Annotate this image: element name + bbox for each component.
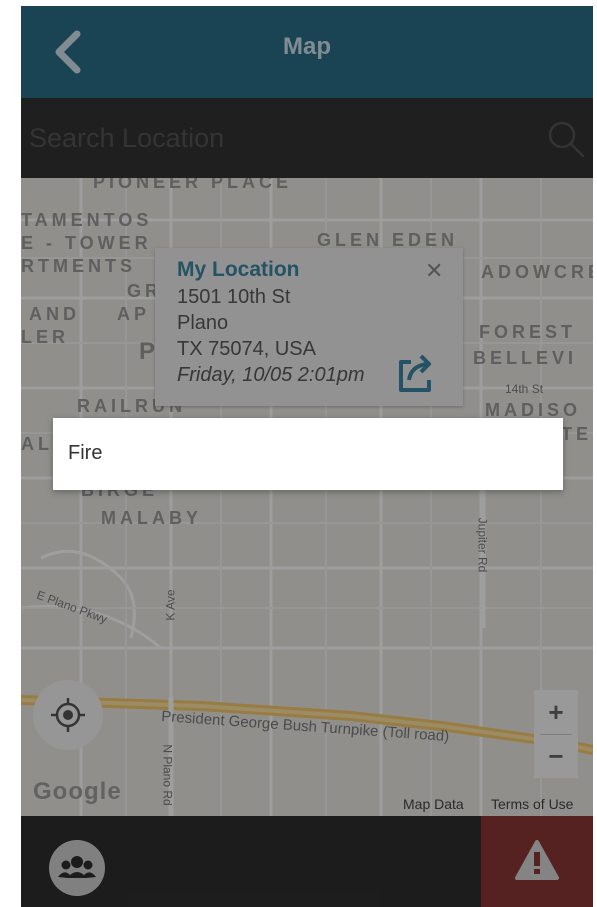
phone-screen: Map Search Location PIONEER PLACE TAMENT…	[21, 6, 593, 907]
fire-option[interactable]: Fire	[53, 418, 563, 490]
fire-option-label: Fire	[68, 442, 103, 464]
